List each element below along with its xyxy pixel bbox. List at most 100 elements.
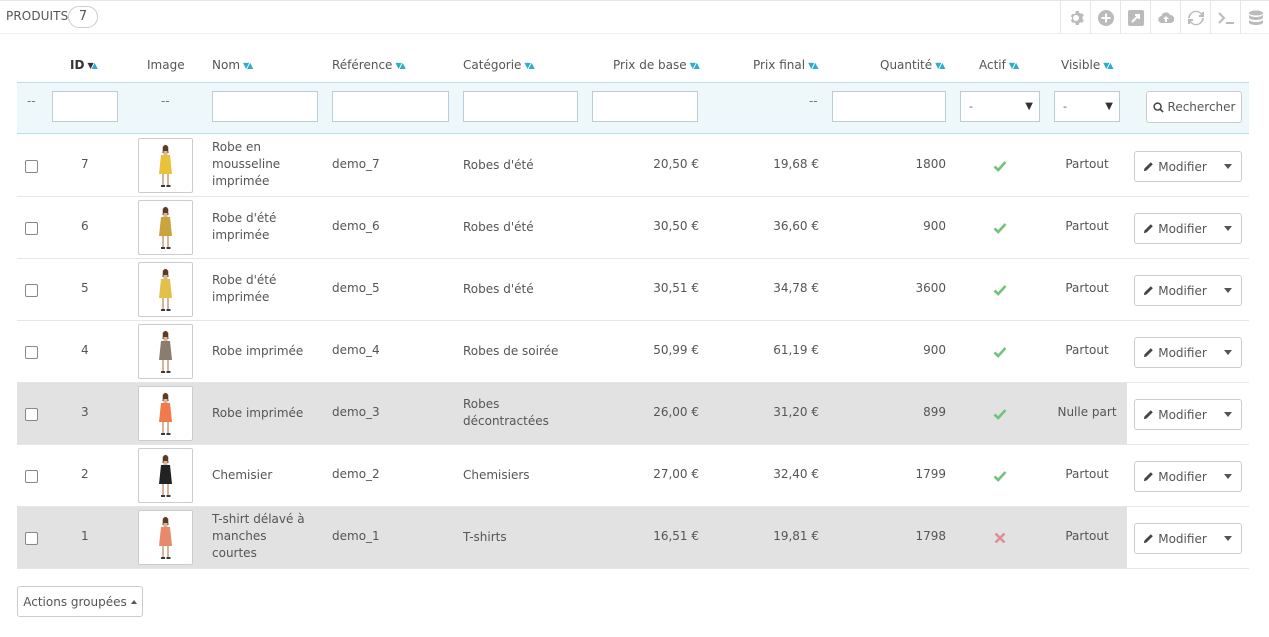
table-row[interactable]: 6 Robe d'été imprimée demo_6 Robes d'été 30,…	[17, 197, 1249, 259]
row-actions: Modifier	[1134, 151, 1242, 182]
filter-category-input[interactable]	[463, 91, 578, 122]
column-active[interactable]: Actif ▼▲	[979, 58, 1019, 72]
table-row[interactable]: 4 Robe imprimée demo_4 Robes de soirée 50,99…	[17, 321, 1249, 383]
filter-name-input[interactable]	[212, 91, 318, 122]
filter-base-price-input[interactable]	[592, 91, 698, 122]
check-icon[interactable]	[993, 345, 1007, 359]
check-icon[interactable]	[993, 221, 1007, 235]
product-base-price: 50,99 €	[653, 343, 699, 357]
product-quantity: 899	[923, 405, 946, 419]
filter-visible-select[interactable]: - ▼	[1054, 91, 1120, 122]
edit-button[interactable]: Modifier	[1135, 152, 1215, 181]
edit-button[interactable]: Modifier	[1135, 214, 1215, 243]
row-select-checkbox[interactable]	[25, 470, 38, 483]
product-id: 2	[81, 467, 89, 481]
filter-quantity-input[interactable]	[832, 91, 946, 122]
caret-down-icon	[1224, 474, 1232, 479]
product-visibility: Nulle part	[1057, 405, 1117, 419]
row-actions-dropdown[interactable]	[1215, 524, 1241, 553]
cross-icon[interactable]	[993, 531, 1007, 545]
column-base-price[interactable]: Prix de base ▼▲	[613, 58, 700, 72]
edit-button[interactable]: Modifier	[1135, 400, 1215, 429]
row-select-checkbox[interactable]	[25, 222, 38, 235]
row-actions-dropdown[interactable]	[1215, 276, 1241, 305]
product-reference: demo_5	[332, 281, 380, 295]
product-visibility: Partout	[1065, 157, 1109, 171]
product-thumbnail[interactable]	[138, 386, 193, 441]
product-thumbnail[interactable]	[138, 324, 193, 379]
row-actions-dropdown[interactable]	[1215, 152, 1241, 181]
table-header: ID ▼▲ Image Nom ▼▲ Référence ▼▲ Catégorie ▼▲…	[17, 51, 1249, 81]
refresh-button[interactable]	[1180, 1, 1210, 34]
filter-id-input[interactable]	[52, 91, 118, 122]
product-category: Robes d'été	[463, 158, 534, 172]
settings-button[interactable]	[1060, 1, 1090, 34]
product-quantity: 1798	[915, 529, 946, 543]
sort-icon: ▼▲	[243, 61, 253, 70]
product-visibility: Partout	[1065, 219, 1109, 233]
pencil-icon	[1144, 410, 1154, 420]
column-reference[interactable]: Référence ▼▲	[332, 58, 406, 72]
product-id: 1	[81, 529, 89, 543]
table-row[interactable]: 1 T-shirt délavé à manches courtes demo_1 T…	[17, 507, 1249, 569]
table-row[interactable]: 5 Robe d'été imprimée demo_5 Robes d'été 30,…	[17, 259, 1249, 321]
product-thumbnail[interactable]	[138, 510, 193, 565]
table-row[interactable]: 2 Chemisier demo_2 Chemisiers 27,00 € 32,40 €…	[17, 445, 1249, 507]
column-category[interactable]: Catégorie ▼▲	[463, 58, 535, 72]
table-row[interactable]: 7 Robe en mousseline imprimée demo_7 Robes …	[17, 135, 1249, 197]
product-image	[159, 392, 172, 435]
row-select-checkbox[interactable]	[25, 160, 38, 173]
edit-button[interactable]: Modifier	[1135, 462, 1215, 491]
row-select-checkbox[interactable]	[25, 408, 38, 421]
column-name[interactable]: Nom ▼▲	[212, 58, 253, 72]
filter-active-select[interactable]: - ▼	[960, 91, 1040, 122]
product-base-price: 30,50 €	[653, 219, 699, 233]
edit-button[interactable]: Modifier	[1135, 524, 1215, 553]
product-name: Robe d'été imprimée	[212, 273, 277, 304]
table-row[interactable]: 3 Robe imprimée demo_3 Robes décontractées 2…	[17, 383, 1249, 445]
check-icon[interactable]	[993, 159, 1007, 173]
sql-manager-button[interactable]	[1210, 1, 1240, 34]
panel-title: PRODUITS	[6, 9, 69, 23]
row-actions-dropdown[interactable]	[1215, 338, 1241, 367]
filter-reference-input[interactable]	[332, 91, 449, 122]
bulk-actions-button[interactable]: Actions groupées	[17, 586, 143, 617]
product-thumbnail[interactable]	[138, 262, 193, 317]
product-thumbnail[interactable]	[138, 448, 193, 503]
filter-row: -- -- -- - ▼ - ▼ Rechercher	[17, 82, 1249, 134]
edit-button[interactable]: Modifier	[1135, 338, 1215, 367]
product-name: Robe imprimée	[212, 344, 304, 358]
product-final-price: 34,78 €	[773, 281, 819, 295]
caret-down-icon	[1224, 412, 1232, 417]
product-category: Robes d'été	[463, 220, 534, 234]
row-actions-dropdown[interactable]	[1215, 400, 1241, 429]
edit-button[interactable]: Modifier	[1135, 276, 1215, 305]
row-select-checkbox[interactable]	[25, 284, 38, 297]
check-icon[interactable]	[993, 283, 1007, 297]
database-button[interactable]	[1240, 1, 1269, 34]
check-icon[interactable]	[993, 407, 1007, 421]
product-final-price: 32,40 €	[773, 467, 819, 481]
search-button[interactable]: Rechercher	[1146, 91, 1242, 123]
pencil-icon	[1144, 224, 1154, 234]
check-icon[interactable]	[993, 469, 1007, 483]
add-button[interactable]	[1090, 1, 1120, 34]
row-actions-dropdown[interactable]	[1215, 214, 1241, 243]
row-select-checkbox[interactable]	[25, 346, 38, 359]
product-thumbnail[interactable]	[138, 200, 193, 255]
row-actions: Modifier	[1134, 461, 1242, 492]
product-thumbnail[interactable]	[138, 138, 193, 193]
column-visible[interactable]: Visible ▼▲	[1061, 58, 1114, 72]
database-icon	[1248, 10, 1263, 25]
export-button[interactable]	[1120, 1, 1150, 34]
product-name: Chemisier	[212, 468, 273, 482]
product-visibility: Partout	[1065, 343, 1109, 357]
column-id[interactable]: ID ▼▲	[70, 58, 98, 72]
row-actions-dropdown[interactable]	[1215, 462, 1241, 491]
import-button[interactable]	[1150, 1, 1180, 34]
sort-icon: ▼▲	[524, 61, 534, 70]
column-quantity[interactable]: Quantité ▼▲	[880, 58, 946, 72]
product-final-price: 61,19 €	[773, 343, 819, 357]
row-select-checkbox[interactable]	[25, 532, 38, 545]
column-final-price[interactable]: Prix final ▼▲	[753, 58, 818, 72]
